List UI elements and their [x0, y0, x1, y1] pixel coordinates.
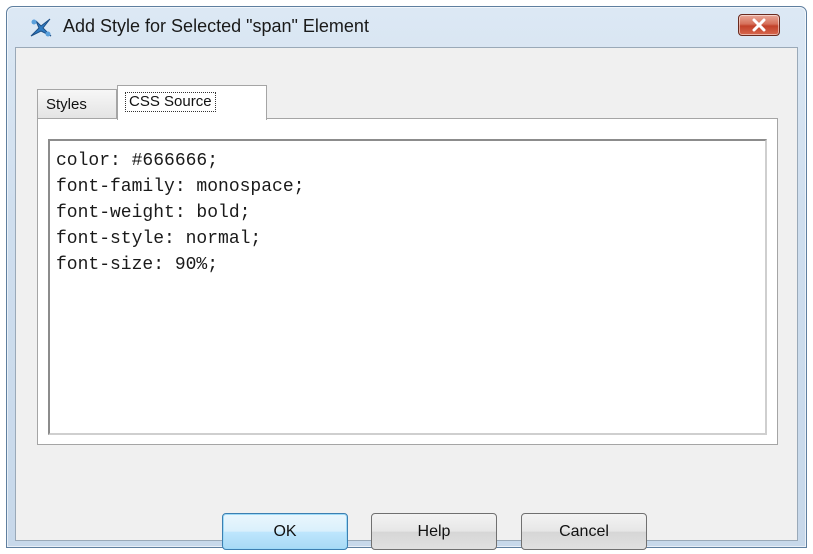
code-line: font-style: normal;: [56, 229, 262, 249]
close-icon: [752, 18, 766, 32]
cancel-button[interactable]: Cancel: [521, 513, 647, 550]
tab-css-source-label: CSS Source: [125, 92, 216, 112]
tab-panel-css-source: color: #666666; font-family: monospace; …: [37, 118, 778, 445]
dialog-body: Styles CSS Source color: #666666; font-f…: [15, 47, 798, 550]
code-line: color: #666666;: [56, 151, 219, 171]
code-line: font-weight: bold;: [56, 203, 251, 223]
code-line: font-size: 90%;: [56, 255, 219, 275]
help-button[interactable]: Help: [371, 513, 497, 550]
tab-styles-label: Styles: [46, 96, 87, 113]
dialog-window: Add Style for Selected "span" Element St…: [6, 6, 807, 550]
ok-button[interactable]: OK: [222, 513, 348, 550]
code-line: font-family: monospace;: [56, 177, 305, 197]
app-icon: [29, 17, 53, 39]
css-source-editor[interactable]: color: #666666; font-family: monospace; …: [48, 139, 767, 435]
close-button[interactable]: [738, 14, 780, 36]
title-bar[interactable]: Add Style for Selected "span" Element: [7, 7, 806, 47]
tab-styles[interactable]: Styles: [37, 89, 117, 119]
tab-css-source[interactable]: CSS Source: [117, 85, 267, 120]
window-title: Add Style for Selected "span" Element: [63, 16, 369, 36]
